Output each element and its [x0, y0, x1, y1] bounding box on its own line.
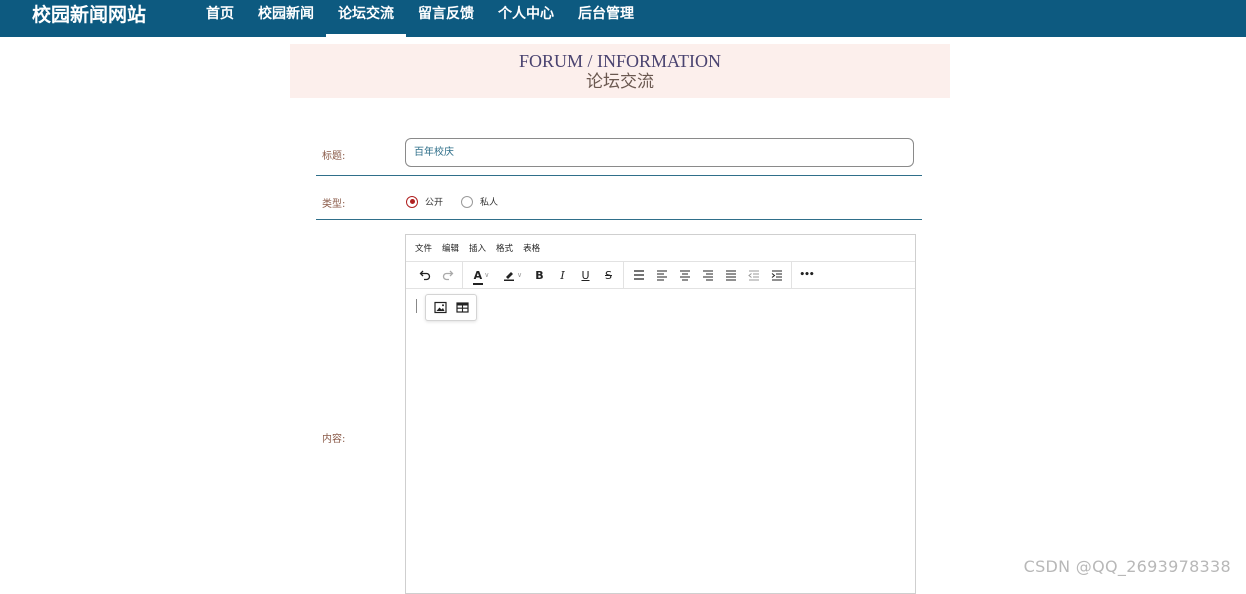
undo-icon[interactable]: [413, 264, 436, 286]
menu-file[interactable]: 文件: [415, 242, 432, 254]
outdent-icon[interactable]: [742, 264, 765, 286]
menu-insert[interactable]: 插入: [469, 242, 486, 254]
menu-table[interactable]: 表格: [523, 242, 540, 254]
highlight-color-icon[interactable]: ∨: [497, 264, 528, 286]
font-color-icon[interactable]: A ∨: [466, 264, 497, 286]
strikethrough-icon[interactable]: S: [597, 264, 620, 286]
toolbar-group-paragraph: [624, 262, 792, 288]
text-cursor: [416, 299, 417, 313]
radio-private-label: 私人: [480, 198, 499, 208]
indent-icon[interactable]: [765, 264, 788, 286]
nav-item-feedback[interactable]: 留言反馈: [406, 0, 486, 37]
editor-menubar: 文件 编辑 插入 格式 表格: [406, 235, 915, 262]
radio-public-label: 公开: [425, 198, 444, 208]
title-label: 标题:: [322, 151, 346, 162]
radio-public[interactable]: 公开: [406, 195, 443, 208]
toolbar-group-text: A ∨ ∨ B I U S: [463, 262, 624, 288]
radio-unchecked-icon: [461, 195, 473, 208]
title-input[interactable]: [405, 138, 914, 167]
align-right-icon[interactable]: [696, 264, 719, 286]
table-icon[interactable]: [452, 298, 472, 318]
banner-title-en: FORUM / INFORMATION: [518, 51, 722, 71]
type-label: 类型:: [322, 199, 346, 210]
toolbar-group-more: •••: [792, 262, 821, 288]
align-center-icon[interactable]: [673, 264, 696, 286]
nav-item-admin[interactable]: 后台管理: [566, 0, 646, 37]
align-left-icon[interactable]: [650, 264, 673, 286]
site-title[interactable]: 校园新闻网站: [32, 0, 146, 30]
align-justify-icon[interactable]: [719, 264, 742, 286]
section-banner: FORUM / INFORMATION 论坛交流: [290, 44, 950, 98]
divider: [316, 175, 922, 176]
editor-toolbar: A ∨ ∨ B I U S •••: [406, 262, 915, 289]
italic-icon[interactable]: I: [551, 264, 574, 286]
bold-icon[interactable]: B: [528, 264, 551, 286]
radio-private[interactable]: 私人: [461, 195, 498, 208]
nav-item-home[interactable]: 首页: [194, 0, 246, 37]
quick-insert-toolbar: [425, 294, 477, 321]
editor-content-area[interactable]: [406, 289, 915, 589]
underline-icon[interactable]: U: [574, 264, 597, 286]
divider: [316, 219, 922, 220]
image-icon[interactable]: [430, 298, 450, 318]
menu-format[interactable]: 格式: [496, 242, 513, 254]
nav-item-profile[interactable]: 个人中心: [486, 0, 566, 37]
csdn-watermark: CSDN @QQ_2693978338: [1023, 557, 1231, 576]
content-label: 内容:: [322, 434, 346, 445]
line-height-icon[interactable]: [627, 264, 650, 286]
rich-text-editor: 文件 编辑 插入 格式 表格 A ∨ ∨ B I U S •••: [405, 234, 916, 594]
banner-title-cn: 论坛交流: [586, 72, 654, 92]
redo-icon[interactable]: [436, 264, 459, 286]
radio-checked-icon: [406, 195, 418, 208]
top-navbar: 校园新闻网站 首页 校园新闻 论坛交流 留言反馈 个人中心 后台管理: [0, 0, 1246, 37]
more-icon[interactable]: •••: [795, 264, 818, 286]
menu-edit[interactable]: 编辑: [442, 242, 459, 254]
toolbar-group-history: [410, 262, 463, 288]
main-nav: 首页 校园新闻 论坛交流 留言反馈 个人中心 后台管理: [194, 0, 646, 37]
nav-item-campus-news[interactable]: 校园新闻: [246, 0, 326, 37]
nav-item-forum[interactable]: 论坛交流: [326, 0, 406, 37]
font-color-glyph: A: [473, 268, 483, 282]
